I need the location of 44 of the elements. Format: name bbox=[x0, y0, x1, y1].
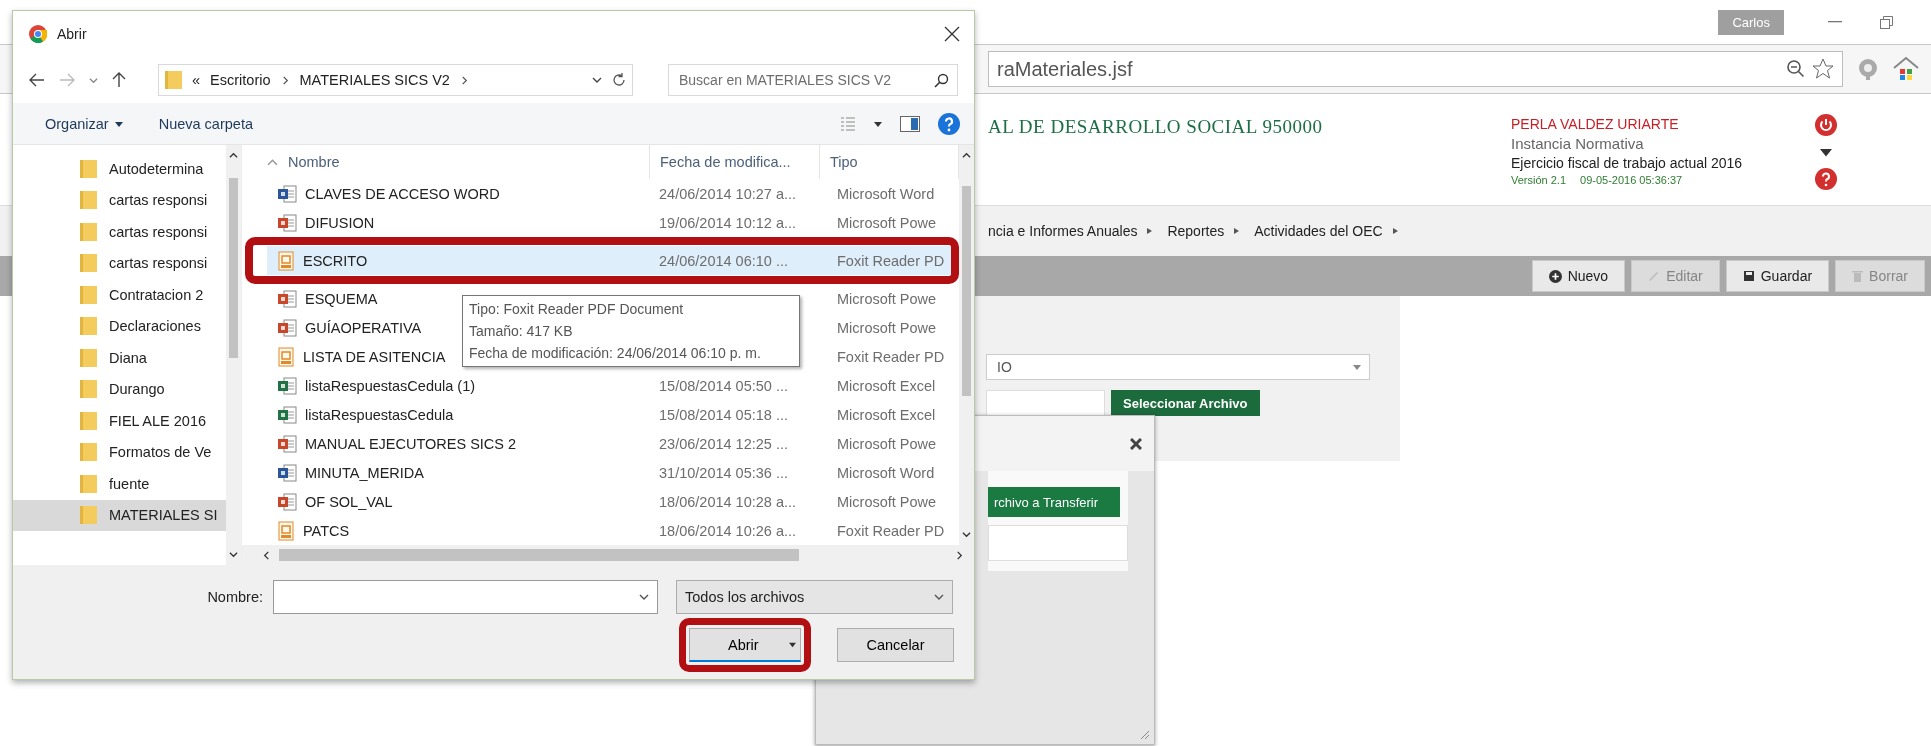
file-name: ESQUEMA bbox=[305, 290, 378, 307]
version-timestamp: 09-05-2016 05:36:37 bbox=[1580, 174, 1683, 186]
file-name: LISTA DE ASITENCIA bbox=[303, 348, 446, 365]
file-type: Foxit Reader PD bbox=[837, 252, 945, 269]
fiscal-year: Ejercicio fiscal de trabajo actual 2016 bbox=[1511, 155, 1744, 171]
filename-label: Nombre: bbox=[206, 589, 263, 605]
file-type: Microsoft Powe bbox=[837, 435, 937, 452]
file-date: 19/06/2014 10:12 a... bbox=[659, 214, 797, 231]
dialog-title: Abrir bbox=[57, 26, 87, 42]
file-name: ESCRITO bbox=[303, 252, 368, 269]
file-type: Foxit Reader PD bbox=[837, 522, 945, 539]
tooltip-line: Tipo: Foxit Reader PDF Document bbox=[469, 300, 685, 319]
file-type: Microsoft Word bbox=[837, 185, 935, 202]
version-label: Versión 2.1 bbox=[1511, 174, 1567, 186]
file-date: 24/06/2014 06:10 ... bbox=[659, 252, 788, 269]
file-date: 23/06/2014 12:25 ... bbox=[659, 435, 788, 452]
file-type: Microsoft Excel bbox=[837, 377, 936, 394]
file-name: listaRespuestasCedula (1) bbox=[305, 377, 476, 394]
file-name: listaRespuestasCedula bbox=[305, 406, 454, 423]
file-date: 18/06/2014 10:26 a... bbox=[659, 522, 797, 539]
file-date: 24/06/2014 10:27 a... bbox=[659, 185, 797, 202]
tooltip-line: Fecha de modificación: 24/06/2014 06:10 p. m. bbox=[469, 344, 762, 363]
file-type: Microsoft Powe bbox=[837, 290, 937, 307]
file-name: GUÍAOPERATIVA bbox=[305, 319, 422, 336]
file-name: OF SOL_VAL bbox=[305, 493, 393, 510]
file-type: Microsoft Powe bbox=[837, 493, 937, 510]
file-name: CLAVES DE ACCESO WORD bbox=[305, 185, 500, 202]
user-role: Instancia Normativa bbox=[1511, 135, 1645, 152]
file-type: Microsoft Powe bbox=[837, 319, 937, 336]
file-name: MANUAL EJECUTORES SICS 2 bbox=[305, 435, 517, 452]
organization-title: AL DE DESARROLLO SOCIAL 950000 bbox=[988, 116, 1323, 138]
file-date: 31/10/2014 05:36 ... bbox=[659, 464, 788, 481]
file-date: 15/08/2014 05:50 ... bbox=[659, 377, 788, 394]
file-date: 15/08/2014 05:18 ... bbox=[659, 406, 788, 423]
file-type: Microsoft Word bbox=[837, 464, 935, 481]
user-name: PERLA VALDEZ URIARTE bbox=[1511, 116, 1680, 132]
file-date: 18/06/2014 10:28 a... bbox=[659, 493, 797, 510]
file-name: PATCS bbox=[303, 522, 350, 539]
tooltip-line: Tamaño: 417 KB bbox=[469, 322, 574, 341]
file-name: DIFUSION bbox=[305, 214, 375, 231]
file-type: Microsoft Excel bbox=[837, 406, 936, 423]
file-type: Foxit Reader PD bbox=[837, 348, 945, 365]
file-name: MINUTA_MERIDA bbox=[305, 464, 424, 481]
file-type: Microsoft Powe bbox=[837, 214, 937, 231]
